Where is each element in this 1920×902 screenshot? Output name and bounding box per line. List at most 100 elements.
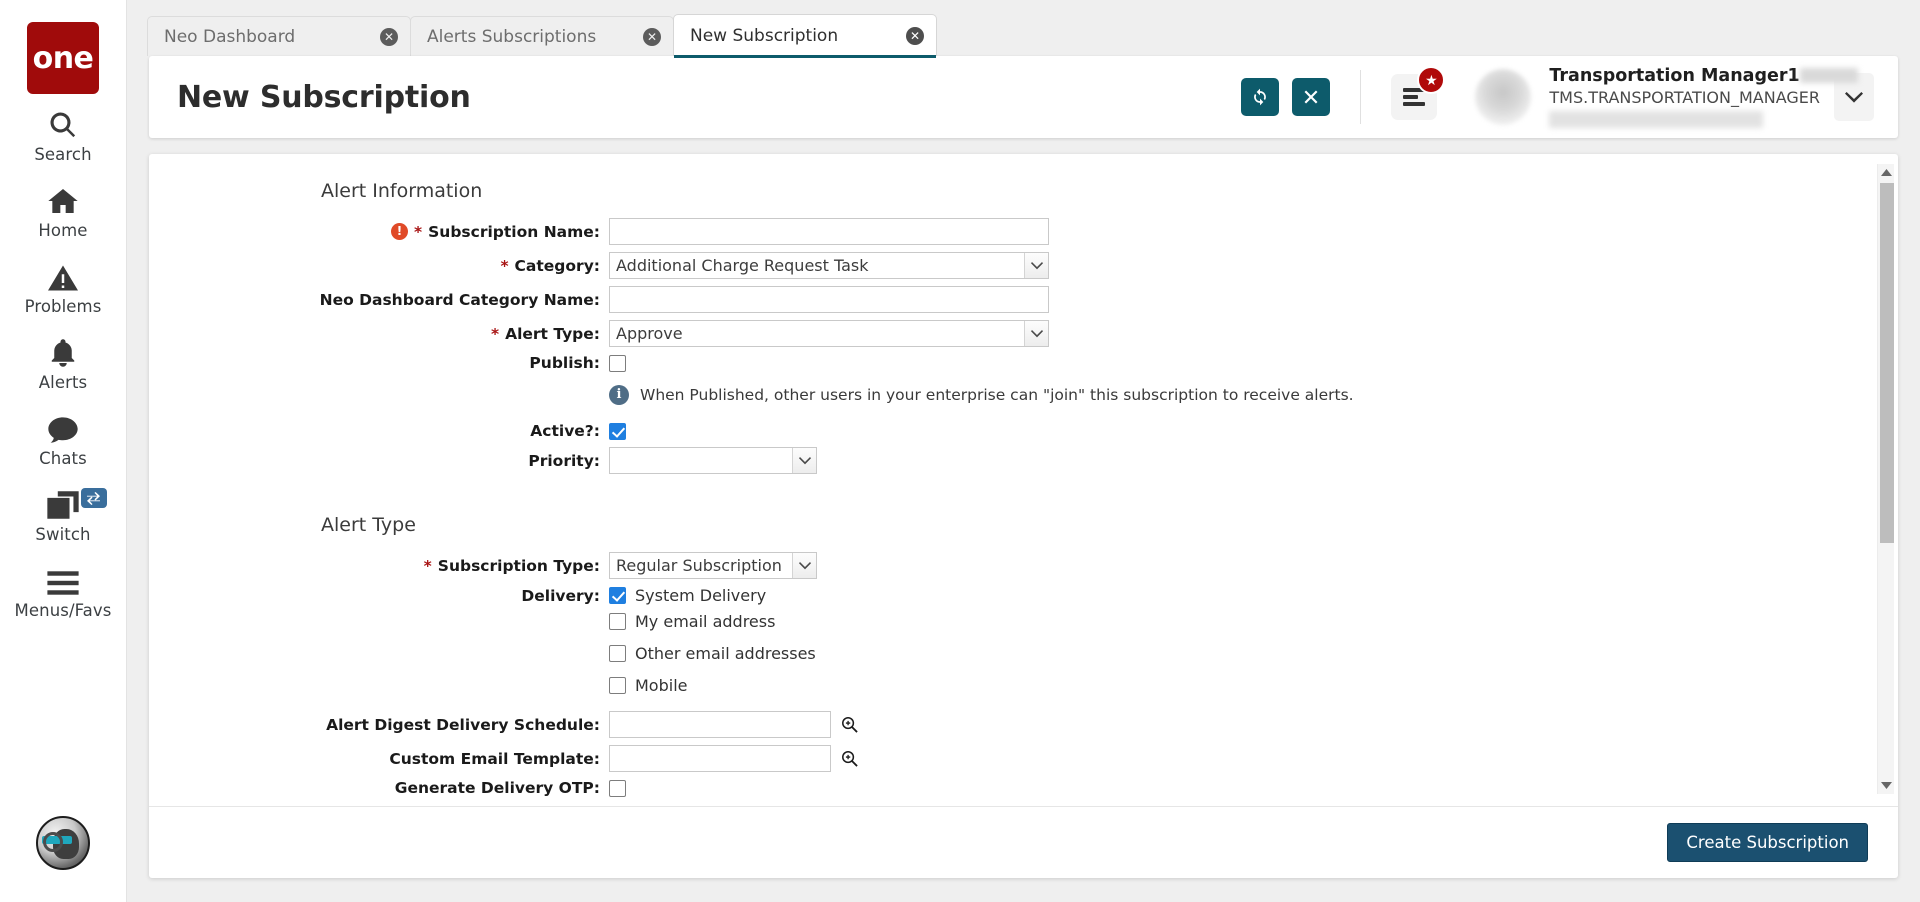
neo-dashboard-category-name-input[interactable] — [609, 286, 1049, 313]
subscription-type-select[interactable]: Regular Subscription — [609, 552, 817, 579]
field-label: ! * Subscription Name: — [149, 223, 609, 241]
left-sidebar: one Search Home Problems Alerts Chats — [0, 0, 127, 902]
app-logo[interactable]: one — [27, 22, 99, 94]
sidebar-item-home[interactable]: Home — [0, 170, 127, 246]
chevron-down-icon — [1024, 321, 1048, 346]
scrollbar-thumb[interactable] — [1880, 183, 1894, 543]
app-logo-text: one — [33, 41, 94, 76]
close-page-button[interactable] — [1292, 78, 1330, 116]
tab-new-subscription[interactable]: New Subscription ✕ — [673, 14, 937, 56]
sidebar-item-problems[interactable]: Problems — [0, 246, 127, 322]
custom-email-template-input[interactable] — [609, 745, 831, 772]
field-row-delivery-my-email: My email address — [149, 612, 1898, 631]
hamburger-icon — [47, 562, 79, 596]
field-row-custom-email-template: Custom Email Template: — [149, 745, 1898, 772]
tab-alerts-subscriptions[interactable]: Alerts Subscriptions ✕ — [410, 16, 674, 56]
sidebar-item-menus-favs[interactable]: Menus/Favs — [0, 550, 127, 626]
scroll-up-icon[interactable] — [1878, 164, 1895, 181]
warning-triangle-icon — [48, 258, 78, 292]
field-label: Publish: — [149, 354, 609, 372]
field-row-subscription-name: ! * Subscription Name: — [149, 218, 1898, 245]
tab-close-icon[interactable]: ✕ — [906, 27, 924, 45]
field-row-delivery-other-emails: Other email addresses — [149, 644, 1898, 663]
sidebar-item-alerts[interactable]: Alerts — [0, 322, 127, 398]
sidebar-item-search[interactable]: Search — [0, 94, 127, 170]
publish-checkbox[interactable] — [609, 355, 626, 372]
field-label-text: Subscription Type: — [438, 557, 600, 575]
user-text: Transportation Manager1 TMS.TRANSPORTATI… — [1549, 66, 1820, 128]
subscription-type-select-value: Regular Subscription — [610, 556, 792, 575]
chat-bubble-icon — [47, 410, 79, 444]
header-actions: ★ Transportation Manager1 TMS.TRANSPORTA… — [1241, 66, 1898, 128]
user-profile[interactable]: Transportation Manager1 TMS.TRANSPORTATI… — [1475, 66, 1898, 128]
category-select[interactable]: Additional Charge Request Task — [609, 252, 1049, 279]
search-icon — [48, 106, 78, 140]
alert-digest-delivery-schedule-input[interactable] — [609, 711, 831, 738]
notifications-wrapper: ★ — [1391, 74, 1437, 120]
create-subscription-button[interactable]: Create Subscription — [1667, 823, 1868, 862]
vertical-scrollbar[interactable] — [1877, 164, 1894, 794]
delivery-my-email-checkbox[interactable] — [609, 613, 626, 630]
tab-close-icon[interactable]: ✕ — [643, 28, 661, 46]
required-marker: * — [414, 223, 422, 241]
scroll-down-icon[interactable] — [1878, 777, 1895, 794]
chevron-down-icon — [792, 448, 816, 473]
field-label-text: Generate Delivery OTP: — [395, 779, 600, 797]
switch-windows-icon — [46, 486, 80, 520]
field-label-text: Publish: — [529, 354, 600, 372]
page-header: New Subscription ★ — [149, 56, 1898, 138]
generate-delivery-otp-checkbox[interactable] — [609, 780, 626, 797]
field-label: Generate Delivery OTP: — [149, 779, 609, 797]
header-divider — [1360, 70, 1361, 124]
bell-icon — [49, 334, 77, 368]
subscription-name-input[interactable] — [609, 218, 1049, 245]
field-label-text: Active?: — [530, 422, 600, 440]
tab-label: Neo Dashboard — [164, 27, 295, 47]
field-label-text: Custom Email Template: — [389, 750, 600, 768]
field-label: Active?: — [149, 422, 609, 440]
ai-assistant-orb-icon[interactable] — [36, 816, 90, 870]
field-label: Delivery: — [149, 587, 609, 605]
field-label-text: Alert Digest Delivery Schedule: — [326, 716, 600, 734]
delivery-option-label: Other email addresses — [635, 644, 816, 663]
field-row-alert-digest-delivery-schedule: Alert Digest Delivery Schedule: — [149, 711, 1898, 738]
sidebar-item-label: Alerts — [39, 373, 87, 392]
magnifier-plus-icon[interactable] — [841, 716, 858, 733]
delivery-system-checkbox[interactable] — [609, 587, 626, 604]
active-checkbox[interactable] — [609, 423, 626, 440]
alert-type-select[interactable]: Approve — [609, 320, 1049, 347]
delivery-mobile-checkbox[interactable] — [609, 677, 626, 694]
field-row-priority: Priority: — [149, 447, 1898, 474]
field-label-text: Neo Dashboard Category Name: — [320, 291, 600, 309]
field-row-active: Active?: — [149, 422, 1898, 440]
publish-info-row: i When Published, other users in your en… — [149, 379, 1898, 415]
star-icon: ★ — [1417, 66, 1445, 94]
tab-neo-dashboard[interactable]: Neo Dashboard ✕ — [147, 16, 411, 56]
sidebar-item-switch[interactable]: Switch — [0, 474, 127, 550]
refresh-button[interactable] — [1241, 78, 1279, 116]
delivery-option-label: Mobile — [635, 676, 687, 695]
sidebar-item-chats[interactable]: Chats — [0, 398, 127, 474]
refresh-icon — [1250, 87, 1270, 107]
user-meta-redacted — [1549, 111, 1763, 128]
sidebar-item-label: Home — [38, 221, 87, 240]
info-icon: i — [609, 385, 629, 405]
priority-select[interactable] — [609, 447, 817, 474]
field-label-text: Category: — [515, 257, 600, 275]
delivery-other-emails-checkbox[interactable] — [609, 645, 626, 662]
field-row-publish: Publish: — [149, 354, 1898, 372]
tab-close-icon[interactable]: ✕ — [380, 28, 398, 46]
field-row-alert-type: * Alert Type: Approve — [149, 320, 1898, 347]
home-icon — [47, 182, 79, 216]
tab-label: Alerts Subscriptions — [427, 27, 596, 47]
field-label-text: Priority: — [528, 452, 600, 470]
field-row-generate-delivery-otp: Generate Delivery OTP: — [149, 779, 1898, 797]
required-marker: * — [424, 557, 432, 575]
avatar — [1475, 69, 1531, 125]
tab-label: New Subscription — [690, 26, 838, 46]
swap-arrows-icon[interactable] — [81, 488, 107, 508]
alert-type-select-value: Approve — [610, 324, 1024, 343]
form-scroll-region: Alert Information ! * Subscription Name:… — [149, 154, 1898, 806]
field-row-delivery: Delivery: System Delivery — [149, 586, 1898, 605]
magnifier-plus-icon[interactable] — [841, 750, 858, 767]
